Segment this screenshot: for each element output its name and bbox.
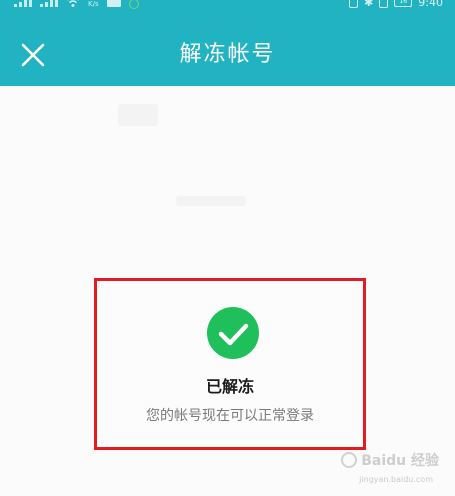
- watermark-text: Baidu 经验: [361, 453, 439, 469]
- status-bar: K/s ✱ 16 9:40: [0, 0, 455, 16]
- result-title: 已解冻: [205, 377, 254, 396]
- network-speed: K/s: [88, 0, 99, 8]
- mail-icon: [106, 0, 121, 7]
- baidu-watermark: Baidu 经验: [341, 450, 439, 470]
- ghost-content: [118, 104, 158, 126]
- signal-icon: [14, 0, 32, 7]
- ghost-content: [176, 196, 246, 206]
- sim-icon: [379, 0, 389, 8]
- vibrate-icon: [349, 0, 359, 8]
- status-left: K/s: [14, 0, 139, 9]
- page-title: 解冻帐号: [179, 42, 276, 67]
- status-right: ✱ 16 9:40: [349, 0, 443, 8]
- header-bar: K/s ✱ 16 9:40 解冻帐号: [0, 0, 455, 86]
- wifi-icon: [67, 0, 79, 7]
- battery-level: 16: [394, 0, 413, 7]
- result-description: 您的帐号现在可以正常登录: [146, 408, 314, 424]
- check-circle-icon: [207, 307, 259, 359]
- status-time: 9:40: [418, 0, 443, 9]
- watermark-subtext: jingyan.baidu.com: [359, 475, 433, 484]
- result-card: 已解冻 您的帐号现在可以正常登录: [94, 278, 366, 450]
- bluetooth-icon: ✱: [364, 0, 374, 9]
- signal-icon: [40, 0, 58, 7]
- wechat-icon: [128, 0, 139, 9]
- battery-icon: 16: [394, 0, 413, 7]
- screen: K/s ✱ 16 9:40 解冻帐号 已解冻 您的帐号现在可以正常登录 Baid…: [0, 0, 455, 496]
- baidu-paw-icon: [341, 452, 358, 468]
